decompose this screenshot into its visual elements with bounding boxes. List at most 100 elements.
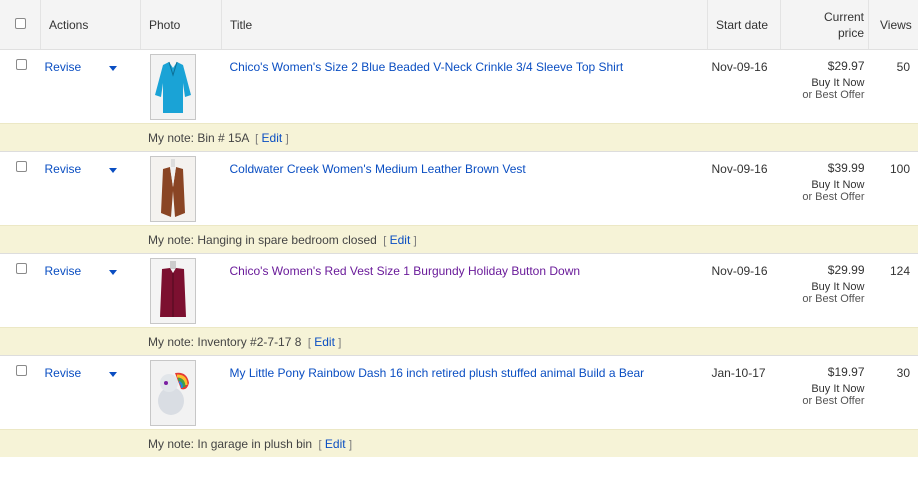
table-header-row: Actions Photo Title Start date Current pr…: [0, 0, 918, 50]
views-cell: 124: [868, 253, 918, 328]
note-cell: My note: Inventory #2-7-17 8 [ Edit ]: [0, 327, 918, 356]
row-select-cell: [0, 49, 41, 124]
current-price-header[interactable]: Current price: [780, 0, 869, 50]
photo-cell: [140, 355, 222, 430]
note-edit-link[interactable]: Edit: [390, 233, 411, 247]
views-count: 100: [889, 162, 910, 176]
row-checkbox[interactable]: [16, 263, 27, 274]
bracket-close: ]: [285, 132, 289, 145]
best-offer-label: or Best Offer: [802, 191, 865, 203]
buy-it-now-label: Buy It Now: [811, 179, 865, 191]
note-edit-link[interactable]: Edit: [325, 437, 346, 451]
note-row: My note: Inventory #2-7-17 8 [ Edit ]: [0, 327, 918, 356]
blue-shirt-photo[interactable]: [149, 54, 196, 120]
rainbow-pony-photo[interactable]: [149, 360, 196, 426]
start-date-cell: Jan-10-17: [707, 355, 781, 430]
note-row: My note: Hanging in spare bedroom closed…: [0, 225, 918, 254]
start-date-cell: Nov-09-16: [707, 49, 781, 124]
note-text: My note: Bin # 15A: [148, 130, 249, 145]
photo-header: Photo: [140, 0, 222, 50]
best-offer-label: or Best Offer: [802, 293, 865, 305]
select-all-cell: [0, 0, 41, 50]
actions-dropdown-icon[interactable]: [109, 270, 118, 275]
select-all-checkbox[interactable]: [15, 17, 26, 29]
actions-dropdown-icon[interactable]: [109, 372, 118, 377]
best-offer-label: or Best Offer: [802, 89, 865, 101]
bracket-open: [: [380, 234, 387, 247]
note-cell: My note: Bin # 15A [ Edit ]: [0, 123, 918, 152]
price-cell: $29.99 Buy It Now or Best Offer: [780, 253, 869, 328]
start-date: Jan-10-17: [711, 366, 766, 380]
start-date: Nov-09-16: [711, 60, 768, 74]
best-offer-label: or Best Offer: [802, 395, 865, 407]
row-select-cell: [0, 253, 41, 328]
title-header[interactable]: Title: [221, 0, 708, 50]
item-title-link[interactable]: My Little Pony Rainbow Dash 16 inch reti…: [230, 365, 698, 381]
start-date-cell: Nov-09-16: [707, 253, 781, 328]
note-row: My note: Bin # 15A [ Edit ]: [0, 123, 918, 152]
row-select-cell: [0, 355, 41, 430]
note-text: My note: In garage in plush bin: [148, 436, 313, 451]
title-cell: Chico's Women's Red Vest Size 1 Burgundy…: [221, 253, 708, 328]
views-count: 124: [889, 264, 910, 278]
listings-table: Actions Photo Title Start date Current pr…: [0, 0, 918, 457]
current-price: $29.97: [827, 59, 865, 73]
row-checkbox[interactable]: [16, 365, 27, 376]
note-edit-link[interactable]: Edit: [262, 131, 283, 145]
bracket-open: [: [252, 132, 259, 145]
brown-vest-photo[interactable]: [149, 156, 196, 222]
actions-dropdown-icon[interactable]: [109, 66, 118, 71]
listing-row: Revise Chico's Women's Red Vest Size 1 B…: [0, 253, 918, 328]
revise-link[interactable]: Revise: [45, 264, 82, 278]
burgundy-vest-photo[interactable]: [149, 258, 196, 324]
item-title-link[interactable]: Chico's Women's Size 2 Blue Beaded V-Nec…: [230, 59, 698, 75]
buy-it-now-label: Buy It Now: [811, 383, 865, 395]
photo-cell: [140, 151, 222, 226]
note-row: My note: In garage in plush bin [ Edit ]: [0, 429, 918, 457]
bracket-open: [: [304, 336, 311, 349]
actions-dropdown-icon[interactable]: [109, 168, 118, 173]
actions-cell: Revise: [40, 355, 141, 430]
listing-row: Revise My Little Pony Rainbow Dash 16 in…: [0, 355, 918, 430]
actions-cell: Revise: [40, 253, 141, 328]
listing-row: Revise Coldwater Creek Women's Medium Le…: [0, 151, 918, 226]
actions-header: Actions: [40, 0, 141, 50]
title-cell: Coldwater Creek Women's Medium Leather B…: [221, 151, 708, 226]
photo-cell: [140, 49, 222, 124]
bracket-open: [: [315, 438, 322, 451]
views-cell: 50: [868, 49, 918, 124]
price-cell: $39.99 Buy It Now or Best Offer: [780, 151, 869, 226]
revise-link[interactable]: Revise: [45, 60, 82, 74]
start-date-header[interactable]: Start date: [707, 0, 781, 50]
start-date-cell: Nov-09-16: [707, 151, 781, 226]
price-cell: $29.97 Buy It Now or Best Offer: [780, 49, 869, 124]
note-edit-link[interactable]: Edit: [314, 335, 335, 349]
item-title-link[interactable]: Coldwater Creek Women's Medium Leather B…: [230, 161, 698, 177]
revise-link[interactable]: Revise: [45, 162, 82, 176]
current-price: $39.99: [827, 161, 865, 175]
bracket-close: ]: [338, 336, 342, 349]
actions-cell: Revise: [40, 151, 141, 226]
views-cell: 100: [868, 151, 918, 226]
photo-cell: [140, 253, 222, 328]
bracket-close: ]: [413, 234, 417, 247]
actions-cell: Revise: [40, 49, 141, 124]
listing-row: Revise Chico's Women's Size 2 Blue Beade…: [0, 49, 918, 124]
item-title-link[interactable]: Chico's Women's Red Vest Size 1 Burgundy…: [230, 263, 698, 279]
start-date: Nov-09-16: [711, 162, 768, 176]
note-text: My note: Inventory #2-7-17 8: [148, 334, 302, 349]
views-header[interactable]: Views: [868, 0, 918, 50]
note-text: My note: Hanging in spare bedroom closed: [148, 232, 377, 247]
buy-it-now-label: Buy It Now: [811, 281, 865, 293]
views-count: 30: [896, 366, 910, 380]
bracket-close: ]: [348, 438, 353, 451]
row-checkbox[interactable]: [16, 59, 27, 70]
revise-link[interactable]: Revise: [45, 366, 82, 380]
price-cell: $19.97 Buy It Now or Best Offer: [780, 355, 869, 430]
current-price: $19.97: [827, 365, 865, 379]
note-cell: My note: Hanging in spare bedroom closed…: [0, 225, 918, 254]
note-cell: My note: In garage in plush bin [ Edit ]: [0, 429, 918, 457]
current-price: $29.99: [827, 263, 865, 277]
row-checkbox[interactable]: [16, 161, 27, 172]
title-cell: Chico's Women's Size 2 Blue Beaded V-Nec…: [221, 49, 708, 124]
